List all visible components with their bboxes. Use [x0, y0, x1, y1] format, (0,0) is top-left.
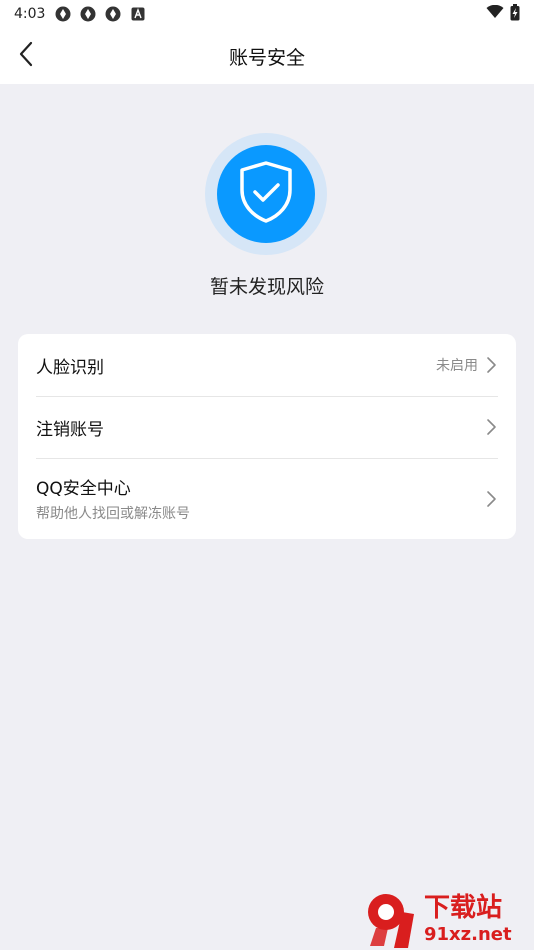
battery-charging-icon	[510, 3, 520, 25]
settings-item-label: 人脸识别	[36, 357, 104, 378]
watermark-logo-icon	[362, 888, 422, 950]
chevron-right-icon	[484, 356, 498, 374]
notification-app-icon	[80, 6, 96, 22]
security-status-badge	[205, 133, 327, 255]
notification-app-icon	[55, 6, 71, 22]
nav-bar: 账号安全	[0, 28, 534, 84]
watermark-title: 下载站	[424, 893, 503, 923]
status-bar: 4:03	[0, 0, 534, 28]
settings-item-subtitle: 帮助他人找回或解冻账号	[36, 506, 190, 522]
settings-item-qq-security-center[interactable]: QQ安全中心 帮助他人找回或解冻账号	[18, 458, 516, 539]
settings-item-value: 未启用	[436, 358, 478, 374]
security-status-text: 暂未发现风险	[209, 276, 324, 298]
wifi-icon	[486, 4, 504, 23]
page-title: 账号安全	[228, 46, 305, 69]
settings-card: 人脸识别 未启用 注销账号 QQ安全中心 帮助他人找回或解冻账号	[18, 334, 516, 539]
watermark: 下载站 91xz.net	[362, 888, 534, 950]
chevron-right-icon	[484, 418, 498, 436]
settings-item-face-recognition[interactable]: 人脸识别 未启用	[18, 334, 516, 396]
notification-app-icon	[105, 6, 121, 22]
settings-item-label: 注销账号	[36, 419, 104, 440]
chevron-right-icon	[484, 490, 498, 508]
shield-check-icon	[235, 159, 297, 229]
notification-a-icon	[130, 6, 146, 22]
watermark-url: 91xz.net	[424, 924, 512, 945]
status-time: 4:03	[14, 6, 46, 22]
chevron-left-icon	[18, 41, 34, 71]
settings-item-label: QQ安全中心	[36, 479, 131, 499]
back-button[interactable]	[10, 40, 42, 72]
settings-item-cancel-account[interactable]: 注销账号	[18, 396, 516, 458]
status-right-icons	[486, 3, 520, 25]
shield-circle	[217, 145, 315, 243]
